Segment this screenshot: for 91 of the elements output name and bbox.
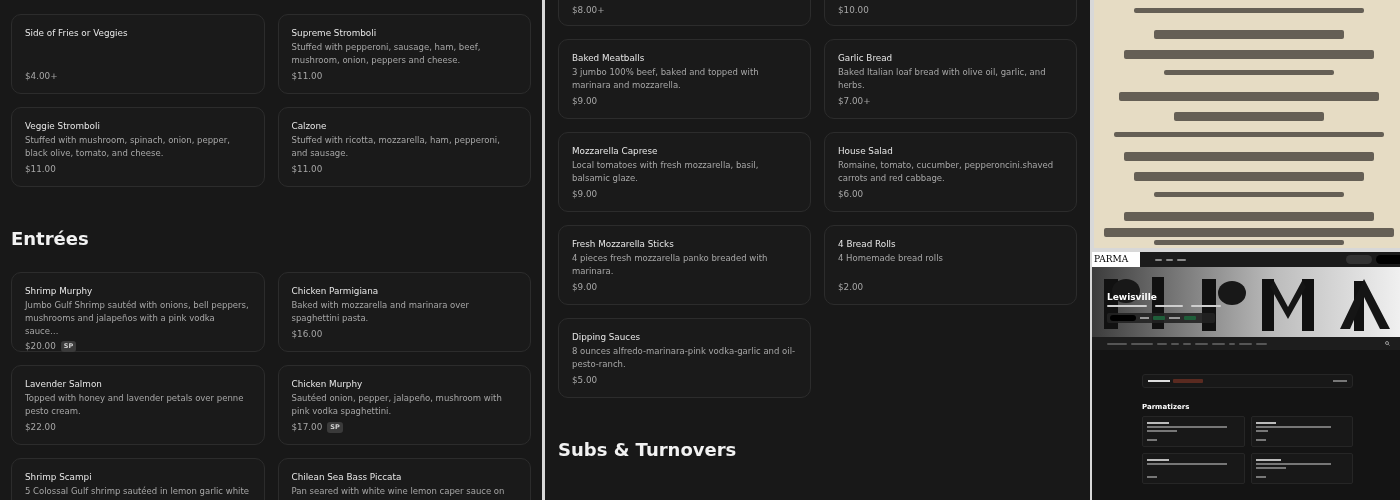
menu-item-card[interactable]: $10.00 — [824, 0, 1077, 26]
menu-item-card[interactable] — [1250, 453, 1353, 484]
menu-item-card[interactable]: Fresh Mozzarella Sticks 4 pieces fresh mozzarella panko breaded with marinara. $9.00 — [558, 225, 811, 305]
item-name: Chicken Murphy — [291, 378, 364, 391]
item-name: Side of Fries or Veggies — [25, 27, 129, 40]
menu-item-card[interactable] — [1250, 416, 1353, 447]
item-description: Local tomatoes with fresh mozzarella, basil, balsamic glaze. — [572, 159, 760, 185]
item-price: $7.00+ — [838, 95, 871, 108]
item-description: Romaine, tomato, cucumber, pepperoncini.shaved carrots and red cabbage. — [838, 159, 1055, 185]
item-price: $6.00 — [838, 188, 864, 201]
item-description: Topped with honey and lavender petals over penne pesto cream. — [25, 392, 245, 418]
category-link[interactable] — [1229, 342, 1235, 345]
item-description: 4 pieces fresh mozzarella panko breaded with marinara. — [572, 252, 769, 278]
menu-item-card[interactable]: $8.00+ — [558, 0, 811, 26]
item-price: $11.00 — [25, 163, 56, 176]
status-badge — [1153, 316, 1165, 320]
info-line — [1107, 305, 1147, 307]
menu-item-card[interactable]: Chilean Sea Bass Piccata Pan seared with white wine lemon caper sauce on — [277, 458, 531, 500]
item-price: $2.00 — [838, 281, 864, 294]
item-description: Baked Italian loaf bread with olive oil, garlic, and herbs. — [838, 66, 1047, 92]
info-line — [1191, 305, 1221, 307]
item-name: Shrimp Murphy — [25, 285, 94, 298]
item-price: $16.00 — [291, 328, 323, 341]
item-description: Pan seared with white wine lemon caper sauce on — [291, 485, 506, 498]
menu-item-card[interactable]: Baked Meatballs 3 jumbo 100% beef, baked and topped with marinara and mozzarella. $9.00 — [558, 39, 811, 119]
menu-item-card[interactable]: House Salad Romaine, tomato, cucumber, pepperoncini.shaved carrots and red cabbage. $6.00 — [824, 132, 1077, 212]
item-name: Shrimp Scampi — [25, 471, 93, 484]
item-description: Baked with mozzarella and marinara over spaghettini pasta. — [291, 299, 470, 325]
item-name: Mozzarella Caprese — [572, 145, 659, 158]
item-price: $10.00 — [838, 4, 869, 17]
item-price: $9.00 — [572, 95, 598, 108]
menu-item-card[interactable] — [1142, 416, 1245, 447]
site-logo[interactable]: PARMA — [1092, 252, 1140, 267]
menu-item-card[interactable]: Supreme Stromboli Stuffed with pepperoni, sausage, ham, beef, mushroom, onion, peppers and cheese. $11.00 — [277, 14, 531, 94]
item-name: Supreme Stromboli — [291, 27, 378, 40]
item-name: 4 Bread Rolls — [838, 238, 897, 251]
item-price: $11.00 — [291, 163, 323, 176]
item-price: $9.00 — [572, 188, 598, 201]
item-description: 4 Homemade bread rolls — [838, 252, 944, 265]
item-description: Stuffed with ricotta, mozzarella, ham, pepperoni, and sausage. — [291, 134, 501, 160]
item-description: Stuffed with pepperoni, sausage, ham, beef, mushroom, onion, peppers and cheese. — [291, 41, 482, 67]
item-description: 3 jumbo 100% beef, baked and topped with marinara and mozzarella. — [572, 66, 760, 92]
item-name: Chilean Sea Bass Piccata — [291, 471, 403, 484]
item-name: Calzone — [291, 120, 328, 133]
item-description: 8 ounces alfredo-marinara-pink vodka-garlic and oil-pesto-ranch. — [572, 345, 797, 371]
category-link[interactable] — [1256, 342, 1267, 345]
category-link[interactable] — [1239, 342, 1252, 345]
menu-item-card[interactable]: Shrimp Scampi 5 Colossal Gulf shrimp sautéed in lemon garlic white — [11, 458, 265, 500]
menu-item-card[interactable]: Calzone Stuffed with ricotta, mozzarella, ham, pepperoni, and sausage. $11.00 — [277, 107, 531, 187]
item-price: $4.00+ — [25, 70, 58, 83]
search-icon[interactable] — [1385, 341, 1390, 346]
menu-item-card[interactable]: Veggie Stromboli Stuffed with mushroom, spinach, onion, pepper, black olive, tomato, and cheese. $11.00 — [11, 107, 265, 187]
menu-item-card[interactable]: Dipping Sauces 8 ounces alfredo-marinara-pink vodka-garlic and oil-pesto-ranch. $5.00 — [558, 318, 811, 398]
item-name: Garlic Bread — [838, 52, 894, 65]
category-link[interactable] — [1107, 342, 1127, 345]
item-name: Veggie Stromboli — [25, 120, 101, 133]
menu-item-card[interactable]: Chicken Parmigiana Baked with mozzarella and marinara over spaghettini pasta. $16.00 — [277, 272, 531, 352]
item-price: $11.00 — [291, 70, 323, 83]
menu-item-card[interactable] — [1142, 453, 1245, 484]
menu-item-card[interactable]: Side of Fries or Veggies $4.00+ — [11, 14, 265, 94]
availability-badge — [1173, 379, 1203, 383]
item-description: Sautéed onion, pepper, jalapeño, mushroom with pink vodka spaghettini. — [291, 392, 503, 418]
item-name: Lavender Salmon — [25, 378, 103, 391]
start-order-button[interactable] — [1110, 315, 1136, 321]
item-price: $22.00 — [25, 421, 56, 434]
sign-in-button[interactable] — [1346, 255, 1372, 264]
category-link[interactable] — [1131, 342, 1153, 345]
menu-item-card[interactable]: 4 Bread Rolls 4 Homemade bread rolls $2.00 — [824, 225, 1077, 305]
item-price: $5.00 — [572, 374, 598, 387]
item-name: Dipping Sauces — [572, 331, 642, 344]
item-price: $20.00 — [25, 340, 56, 353]
item-name: House Salad — [838, 145, 894, 158]
category-link[interactable] — [1212, 342, 1225, 345]
status-badge — [1184, 316, 1196, 320]
location-title: Lewisville — [1107, 291, 1158, 303]
section-heading: Entrées — [11, 227, 90, 251]
item-name: Baked Meatballs — [572, 52, 646, 65]
item-name: Fresh Mozzarella Sticks — [572, 238, 675, 251]
item-price: $8.00+ — [572, 4, 605, 17]
item-description: Jumbo Gulf Shrimp sautéd with onions, bell peppers, mushrooms and jalapeños with a pink vodka sauce… — [25, 299, 250, 338]
menu-item-card[interactable]: Mozzarella Caprese Local tomatoes with fresh mozzarella, basil, balsamic glaze. $9.00 — [558, 132, 811, 212]
item-price: $9.00 — [572, 281, 598, 294]
category-link[interactable] — [1195, 342, 1208, 345]
section-heading: Subs & Turnovers — [558, 438, 738, 462]
item-description: 5 Colossal Gulf shrimp sautéed in lemon garlic white — [25, 485, 250, 498]
menu-item-card[interactable]: Lavender Salmon Topped with honey and lavender petals over penne pesto cream. $22.00 — [11, 365, 265, 445]
item-name: Chicken Parmigiana — [291, 285, 380, 298]
item-price: $17.00 — [291, 421, 323, 434]
item-description: Stuffed with mushroom, spinach, onion, pepper, black olive, tomato, and cheese. — [25, 134, 231, 160]
info-line — [1155, 305, 1183, 307]
menu-item-card[interactable]: Garlic Bread Baked Italian loaf bread with olive oil, garlic, and herbs. $7.00+ — [824, 39, 1077, 119]
